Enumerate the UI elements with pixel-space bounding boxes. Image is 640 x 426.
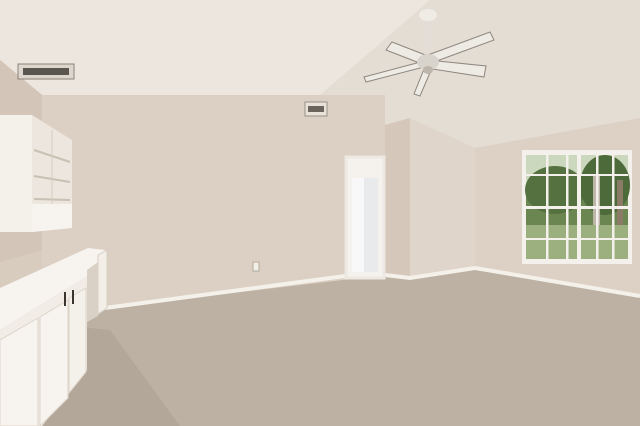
desk-drawers — [97, 249, 108, 315]
outlet-icon — [252, 261, 260, 272]
window — [522, 150, 632, 264]
column-wall — [385, 118, 410, 278]
room-illustration — [0, 0, 640, 426]
room-photo — [0, 0, 640, 426]
